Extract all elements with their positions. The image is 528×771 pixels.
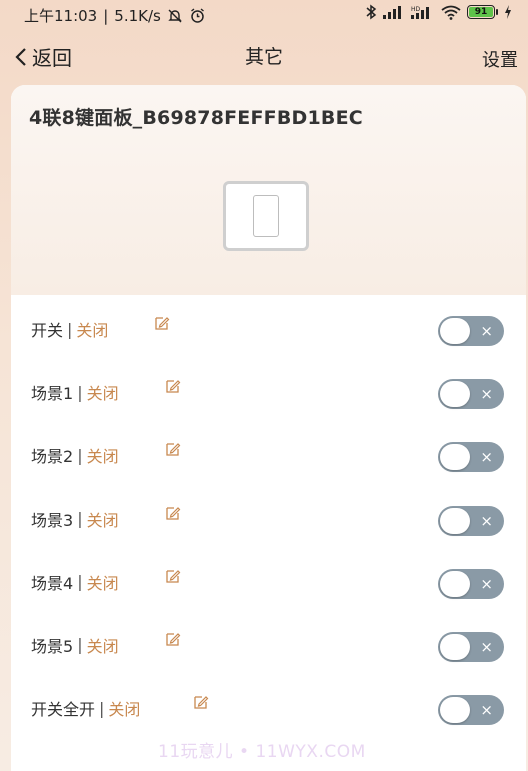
toggle-off-icon: × bbox=[480, 574, 493, 593]
switch-toggle[interactable]: × bbox=[438, 631, 504, 662]
switch-row: 开关 | 关闭 × bbox=[11, 295, 526, 358]
page-title: 其它 bbox=[244, 46, 283, 68]
switch-toggle[interactable]: × bbox=[438, 568, 504, 599]
toggle-off-icon: × bbox=[480, 322, 493, 340]
hd-signal-icon: HD bbox=[411, 6, 429, 19]
edit-icon[interactable] bbox=[165, 631, 181, 647]
edit-icon[interactable] bbox=[154, 315, 170, 331]
edit-icon[interactable] bbox=[165, 505, 181, 521]
switch-label-group: 场景2 | 关闭 bbox=[31, 443, 119, 467]
toggle-off-icon: × bbox=[480, 511, 493, 530]
separator: | bbox=[99, 698, 105, 718]
panel-switch-icon bbox=[223, 181, 309, 251]
status-left: 上午11:03 | 5.1K/s bbox=[24, 5, 206, 26]
switch-toggle[interactable]: × bbox=[438, 316, 504, 346]
separator: | bbox=[67, 319, 73, 339]
edit-icon[interactable] bbox=[165, 568, 181, 584]
switch-name: 开关 bbox=[31, 321, 64, 340]
switch-label-group: 场景5 | 关闭 bbox=[31, 633, 119, 657]
switch-name: 场景5 bbox=[31, 636, 74, 656]
switch-toggle[interactable]: × bbox=[438, 379, 504, 410]
device-name: 4联8键面板_B69878FEFFBD1BEC bbox=[29, 107, 363, 129]
toggle-off-icon: × bbox=[480, 701, 493, 720]
battery-icon: 91 bbox=[467, 5, 498, 19]
switch-label-group: 场景4 | 关闭 bbox=[31, 570, 119, 594]
switch-row: 场景1 | 关闭 × bbox=[11, 358, 526, 421]
charging-icon bbox=[505, 5, 511, 19]
toggle-off-icon: × bbox=[480, 637, 493, 656]
nav-bar: 返回 其它 设置 bbox=[0, 36, 528, 76]
edit-icon[interactable] bbox=[165, 378, 181, 394]
switch-name: 场景2 bbox=[31, 447, 74, 467]
switch-row: 场景2 | 关闭 × bbox=[11, 421, 526, 484]
switch-name: 场景4 bbox=[31, 573, 74, 593]
status-right: HD 91 bbox=[365, 4, 512, 20]
switch-state: 关闭 bbox=[86, 510, 119, 530]
switch-toggle[interactable]: × bbox=[438, 505, 504, 536]
switch-name: 开关全开 bbox=[31, 700, 96, 720]
separator: | bbox=[77, 572, 83, 592]
switch-label-group: 开关全开 | 关闭 bbox=[31, 696, 140, 720]
switch-state: 关闭 bbox=[86, 573, 119, 593]
status-time: 上午11:03 bbox=[24, 7, 98, 25]
edit-icon[interactable] bbox=[193, 694, 209, 710]
status-divider: | bbox=[103, 6, 109, 25]
alarm-icon bbox=[190, 8, 204, 23]
device-card: 4联8键面板_B69878FEFFBD1BEC 开关 | 关闭 × 场景1 | … bbox=[11, 85, 526, 771]
edit-icon[interactable] bbox=[165, 441, 181, 457]
switch-row: 场景5 | 关闭 × bbox=[11, 611, 526, 674]
wifi-icon bbox=[441, 5, 461, 20]
bluetooth-icon bbox=[366, 4, 377, 20]
svg-text:HD: HD bbox=[411, 6, 421, 13]
bell-muted-icon bbox=[168, 9, 182, 22]
device-header: 4联8键面板_B69878FEFFBD1BEC bbox=[11, 85, 526, 295]
separator: | bbox=[77, 635, 83, 655]
switch-row: 开关全开 | 关闭 × bbox=[11, 674, 526, 737]
switch-list: 开关 | 关闭 × 场景1 | 关闭 × 场景2 | 关闭 × 场景3 | 关闭… bbox=[11, 295, 526, 737]
toggle-off-icon: × bbox=[480, 385, 493, 404]
settings-button[interactable]: 设置 bbox=[482, 46, 518, 72]
switch-toggle[interactable]: × bbox=[438, 695, 504, 726]
separator: | bbox=[77, 382, 83, 402]
network-speed: 5.1K/s bbox=[114, 6, 161, 25]
status-bar: 上午11:03 | 5.1K/s HD 91 bbox=[0, 0, 528, 30]
watermark: 11玩意儿 • 11WYX.COM bbox=[158, 742, 366, 762]
switch-row: 场景3 | 关闭 × bbox=[11, 485, 526, 548]
switch-state: 关闭 bbox=[76, 321, 109, 340]
switch-name: 场景1 bbox=[31, 384, 74, 404]
switch-state: 关闭 bbox=[108, 700, 141, 720]
switch-name: 场景3 bbox=[31, 510, 74, 530]
switch-label-group: 场景3 | 关闭 bbox=[31, 507, 119, 531]
separator: | bbox=[77, 509, 83, 529]
separator: | bbox=[77, 445, 83, 465]
switch-toggle[interactable]: × bbox=[438, 442, 504, 473]
switch-state: 关闭 bbox=[86, 636, 119, 656]
switch-label-group: 开关 | 关闭 bbox=[31, 317, 108, 341]
switch-state: 关闭 bbox=[86, 384, 119, 404]
signal-icon bbox=[383, 6, 401, 19]
switch-state: 关闭 bbox=[86, 447, 119, 467]
battery-level: 91 bbox=[469, 7, 493, 17]
switch-label-group: 场景1 | 关闭 bbox=[31, 380, 119, 404]
toggle-off-icon: × bbox=[480, 448, 493, 467]
switch-row: 场景4 | 关闭 × bbox=[11, 548, 526, 611]
